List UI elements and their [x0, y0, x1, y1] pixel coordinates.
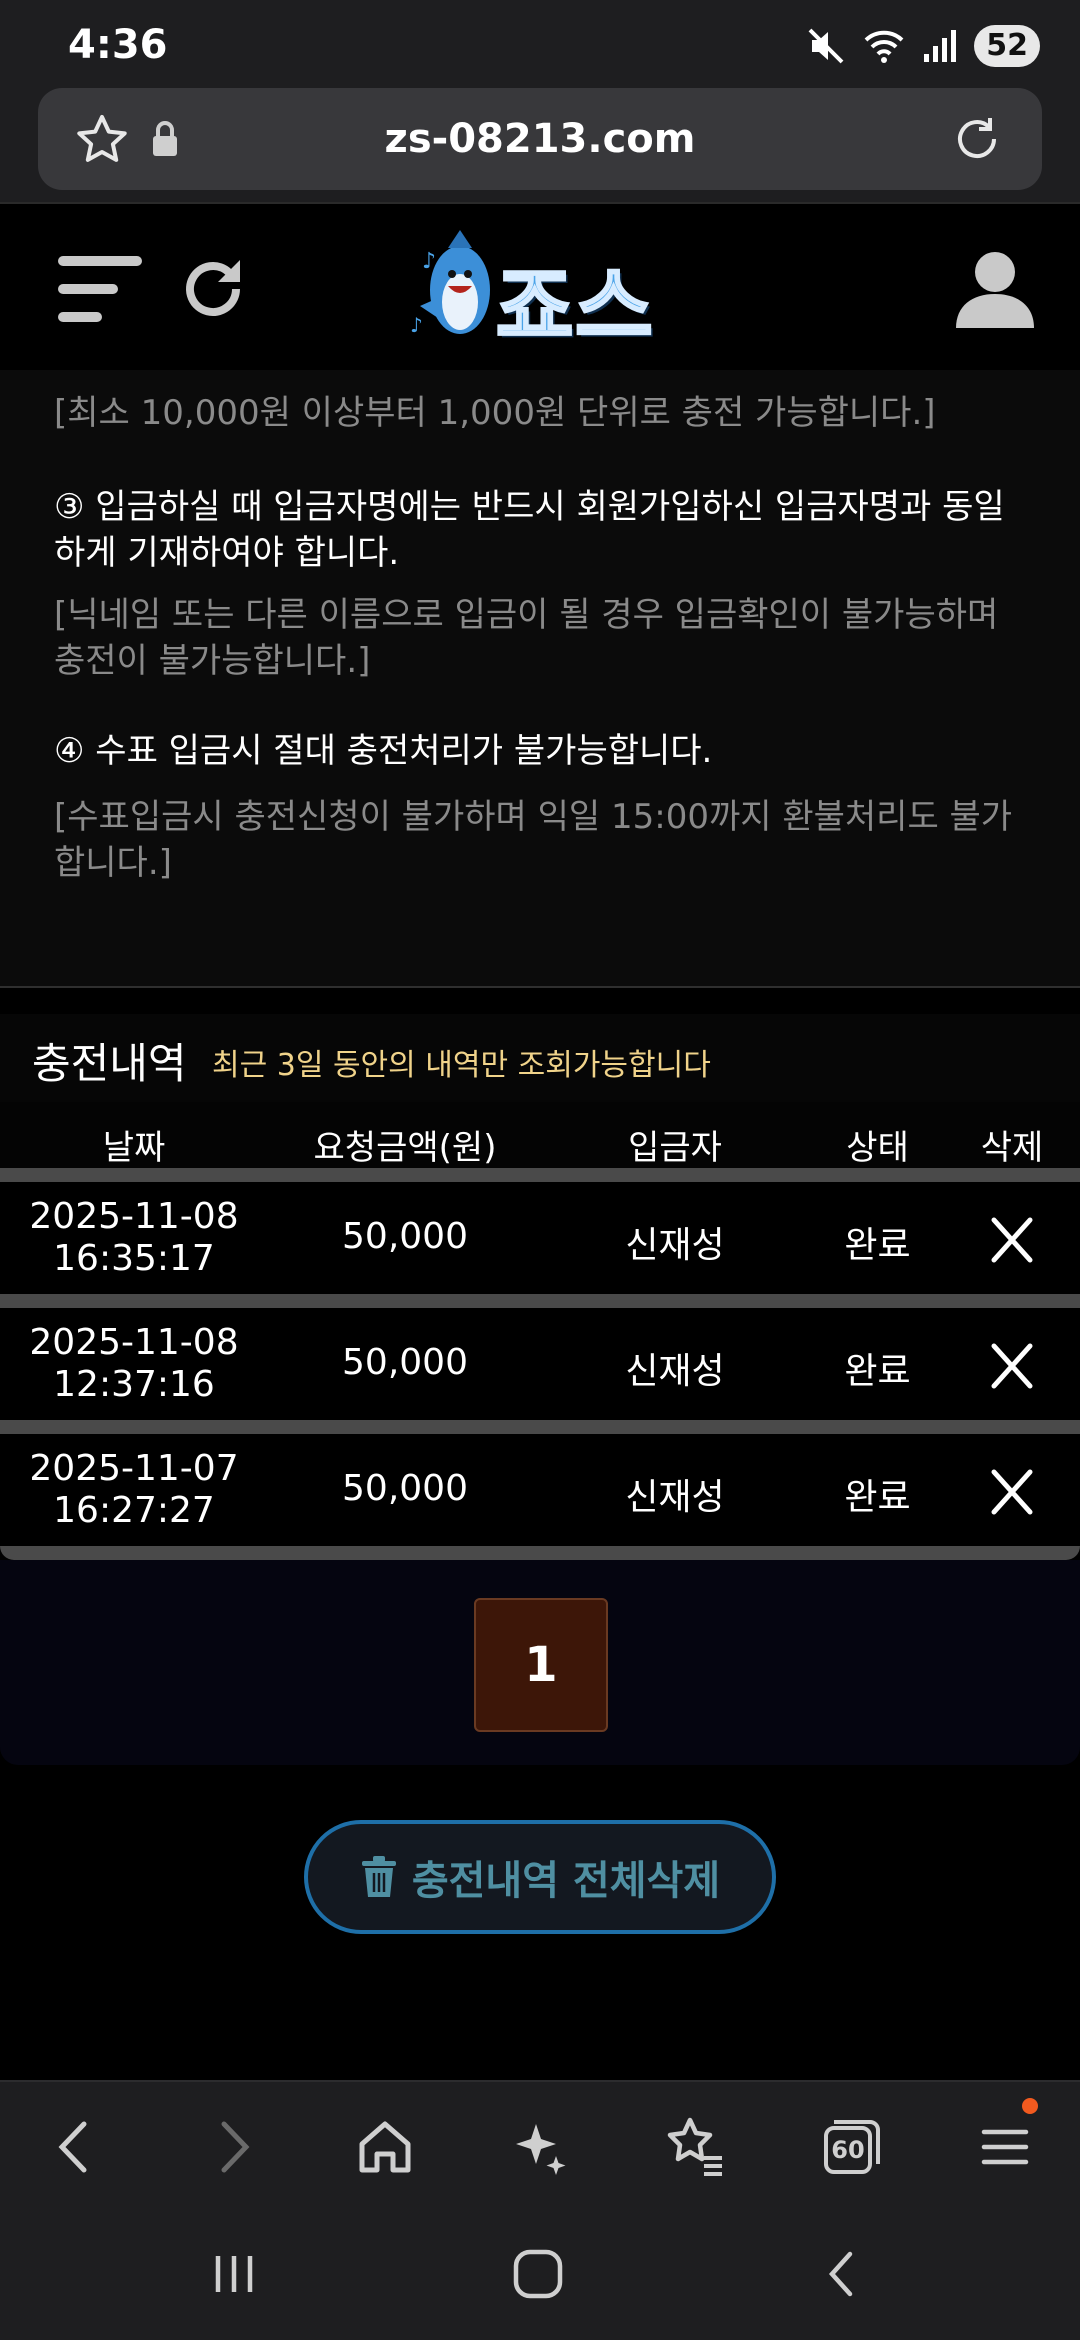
reload-icon[interactable]: [950, 112, 1004, 166]
row-amount: 50,000: [342, 1216, 468, 1257]
table-row: 2025-11-08 12:37:16 50,000 신재성 완료: [0, 1308, 1080, 1420]
svg-text:♪: ♪: [422, 249, 436, 274]
column-delete: 삭제: [980, 1128, 1044, 1168]
row-time: 12:37:16: [53, 1364, 215, 1405]
back-icon[interactable]: [40, 2112, 110, 2182]
column-status: 상태: [846, 1128, 909, 1168]
sparkle-icon[interactable]: [504, 2112, 574, 2182]
column-amount: 요청금액(원): [313, 1128, 497, 1168]
table-header: 날짜 요청금액(원) 입금자 상태 삭제: [0, 1102, 1080, 1176]
menu-button[interactable]: [970, 2098, 1040, 2182]
notice-item3: ③ 입금하실 때 입금자명에는 반드시 회원가입하신 입금자명과 동일하게 기재…: [54, 487, 1005, 573]
hamburger-icon[interactable]: [58, 254, 142, 326]
delete-all-label: 충전내역 전체삭제: [411, 1858, 721, 1904]
pagination: 1: [0, 1560, 1080, 1765]
table-row: 2025-11-07 16:27:27 50,000 신재성 완료: [0, 1434, 1080, 1546]
system-nav-bar: [0, 2210, 1080, 2340]
row-separator: [0, 1168, 1080, 1182]
status-bar: 4:36 52: [0, 0, 1080, 88]
browser-bottom-nav: 60: [0, 2080, 1080, 2210]
close-icon[interactable]: [980, 1464, 1044, 1520]
row-status: 완료: [844, 1351, 911, 1392]
close-icon[interactable]: [980, 1212, 1044, 1268]
status-icons: 52: [806, 24, 1040, 68]
browser-address-bar: zs-08213.com: [0, 88, 1080, 202]
row-status: 완료: [844, 1477, 911, 1518]
row-status: 완료: [844, 1225, 911, 1266]
row-separator: [0, 1420, 1080, 1434]
trash-icon: [361, 1856, 396, 1897]
signal-icon: [924, 30, 957, 62]
row-date: 2025-11-08: [29, 1196, 239, 1237]
table-bottom-edge: [0, 1546, 1080, 1560]
close-icon[interactable]: [980, 1338, 1044, 1394]
row-datetime: 2025-11-08 16:35:17: [14, 1196, 254, 1280]
battery-indicator: 52: [974, 25, 1040, 67]
row-date: 2025-11-08: [29, 1322, 239, 1363]
notice-line1-sub: [최소 10,000원 이상부터 1,000원 단위로 충전 가능합니다.]: [54, 393, 936, 433]
url-text[interactable]: zs-08213.com: [38, 116, 1042, 162]
history-title-row: 충전내역 최근 3일 동안의 내역만 조회가능합니다: [0, 1014, 1080, 1102]
column-date: 날짜: [102, 1128, 166, 1168]
site-header: ♪ ♪ 죠스: [0, 202, 1080, 370]
recent-apps-icon[interactable]: [206, 2246, 262, 2302]
row-time: 16:27:27: [53, 1490, 215, 1531]
mute-icon: [808, 28, 844, 64]
row-datetime: 2025-11-07 16:27:27: [14, 1448, 254, 1532]
history-note: 최근 3일 동안의 내역만 조회가능합니다: [212, 1048, 711, 1083]
charge-history: 충전내역 최근 3일 동안의 내역만 조회가능합니다 날짜 요청금액(원) 입금…: [0, 1014, 1080, 1560]
charge-notice: [최소 10,000원 이상부터 1,000원 단위로 충전 가능합니다.] ③…: [0, 370, 1080, 988]
row-depositor: 신재성: [625, 1225, 725, 1266]
logo-text: 죠스: [495, 257, 655, 358]
page-button-current[interactable]: 1: [474, 1598, 608, 1732]
url-bar[interactable]: zs-08213.com: [38, 88, 1042, 190]
svg-text:♪: ♪: [410, 313, 423, 337]
status-time: 4:36: [68, 22, 168, 68]
notice-item3-sub: [닉네임 또는 다른 이름으로 입금이 될 경우 입금확인이 불가능하며 충전이…: [54, 595, 999, 681]
table-row: 2025-11-08 16:35:17 50,000 신재성 완료: [0, 1182, 1080, 1294]
row-amount: 50,000: [342, 1468, 468, 1509]
notification-dot: [1022, 2098, 1038, 2114]
tabs-button[interactable]: 60: [816, 2112, 886, 2182]
notice-item4-sub: [수표입금시 충전신청이 불가하며 익일 15:00까지 환불처리도 불가합니다…: [54, 797, 1013, 883]
home-system-icon[interactable]: [508, 2246, 568, 2302]
row-amount: 50,000: [342, 1342, 468, 1383]
column-depositor: 입금자: [628, 1128, 722, 1168]
refresh-icon[interactable]: [178, 254, 248, 324]
history-title: 충전내역: [32, 1039, 187, 1088]
wifi-icon: [864, 30, 904, 63]
row-date: 2025-11-07: [29, 1448, 239, 1489]
row-depositor: 신재성: [625, 1477, 725, 1518]
row-depositor: 신재성: [625, 1351, 725, 1392]
delete-all-button[interactable]: 충전내역 전체삭제: [304, 1820, 776, 1934]
tab-count: 60: [831, 2136, 865, 2164]
back-system-icon[interactable]: [814, 2246, 870, 2302]
user-icon[interactable]: [954, 248, 1036, 330]
row-datetime: 2025-11-08 12:37:16: [14, 1322, 254, 1406]
notice-item4: ④ 수표 입금시 절대 충전처리가 불가능합니다.: [54, 731, 713, 771]
row-separator: [0, 1294, 1080, 1308]
forward-icon[interactable]: [198, 2112, 268, 2182]
home-icon[interactable]: [350, 2112, 420, 2182]
bookmarks-icon[interactable]: [660, 2112, 730, 2182]
site-logo[interactable]: ♪ ♪ 죠스: [400, 228, 680, 358]
row-time: 16:35:17: [53, 1238, 215, 1279]
menu-icon: [981, 2129, 1029, 2165]
